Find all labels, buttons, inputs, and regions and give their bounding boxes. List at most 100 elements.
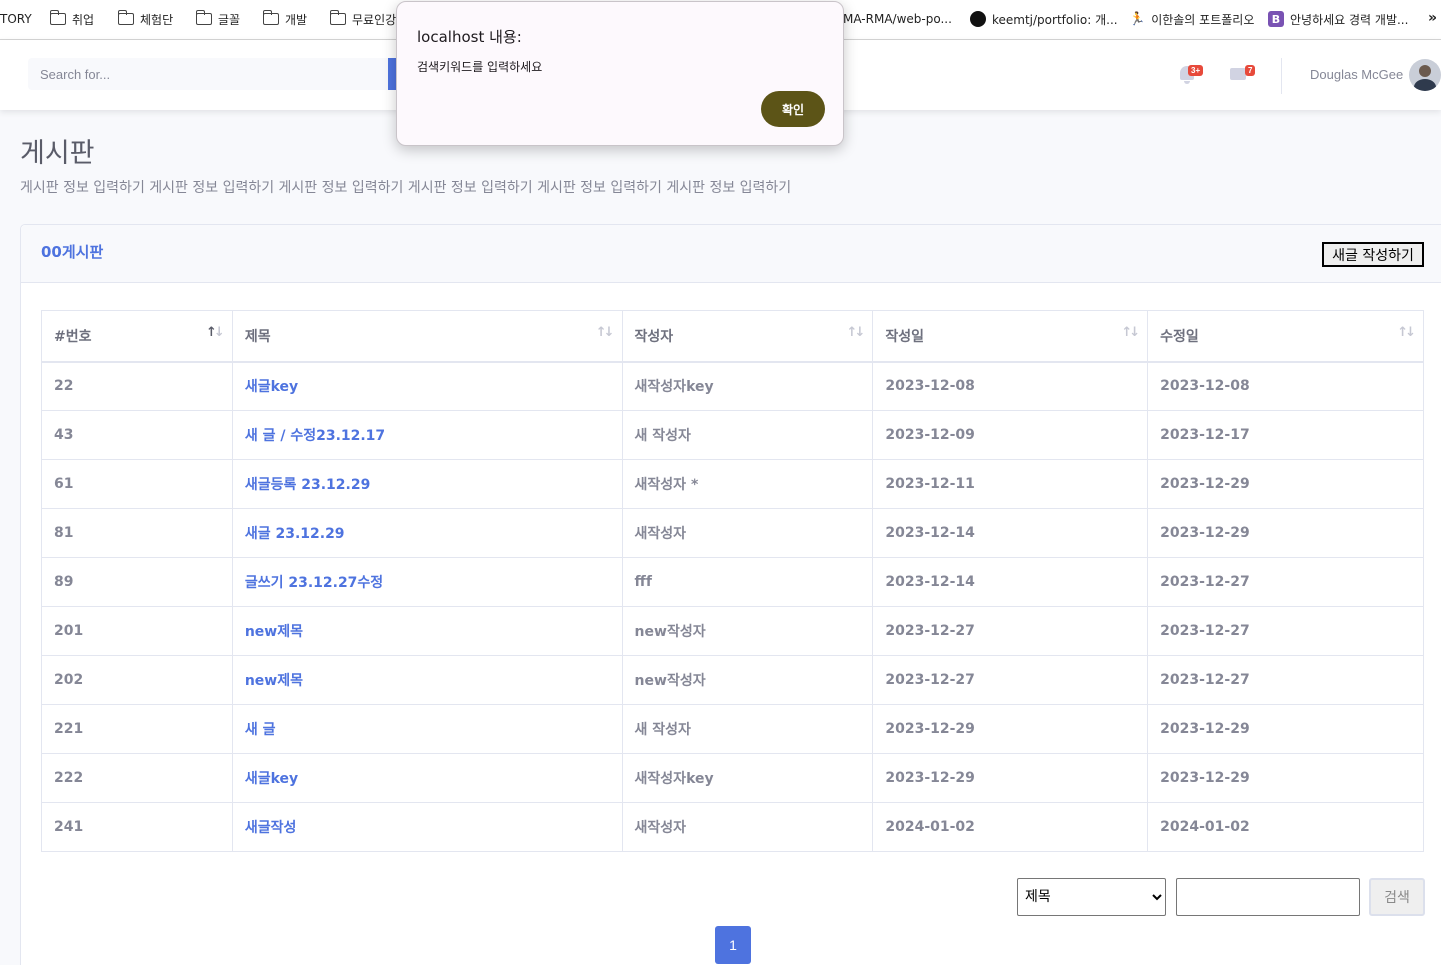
board-table: #번호 ↑↓ 제목 ↑↓ 작성자 ↑↓ 작성일 ↑↓ 수정일 ↑↓ 22 새글key 새작… [41, 310, 1424, 852]
bookmark-label: keemtj/portfolio: 개... [992, 12, 1118, 27]
table-header-row: #번호 ↑↓ 제목 ↑↓ 작성자 ↑↓ 작성일 ↑↓ 수정일 ↑↓ [41, 310, 1424, 363]
folder-icon [262, 10, 279, 25]
bookmark-item[interactable]: MA-RMA/web-po... [843, 11, 952, 27]
sort-icon: ↑↓ [1397, 325, 1416, 340]
messages-envelope-icon[interactable] [1230, 66, 1246, 80]
cell-author: fff [621, 557, 874, 607]
table-row: 221 새 글 새 작성자 2023-12-29 2023-12-29 [41, 704, 1424, 754]
bookmark-item[interactable]: keemtj/portfolio: 개... [970, 11, 1118, 27]
dialog-message: 검색키워드를 입력하세요 [417, 60, 543, 74]
table-row: 201 new제목 new작성자 2023-12-27 2023-12-27 [41, 606, 1424, 656]
cell-modified: 2023-12-29 [1147, 459, 1424, 509]
column-header-author[interactable]: 작성자 ↑↓ [621, 310, 874, 363]
pagination-page-1[interactable]: 1 [715, 926, 751, 964]
cell-author: new작성자 [621, 606, 874, 656]
post-title-link[interactable]: new제목 [231, 606, 623, 656]
cell-created: 2023-12-14 [872, 557, 1149, 607]
folder-icon [49, 10, 66, 25]
cell-modified: 2023-12-29 [1147, 508, 1424, 558]
bookmark-item[interactable]: 🏃 이한솔의 포트폴리오 [1129, 11, 1254, 27]
sort-icon: ↑↓ [846, 325, 866, 340]
messages-badge: 7 [1245, 65, 1256, 76]
folder-icon [195, 10, 212, 25]
github-icon [970, 11, 986, 27]
table-row: 222 새글key 새작성자key 2023-12-29 2023-12-29 [41, 753, 1424, 803]
post-title-link[interactable]: 새글key [231, 753, 623, 803]
post-title-link[interactable]: 새 글 [231, 704, 623, 754]
post-title-link[interactable]: new제목 [231, 655, 623, 705]
post-title-link[interactable]: 새 글 / 수정23.12.17 [231, 410, 623, 460]
table-row: 43 새 글 / 수정23.12.17 새 작성자 2023-12-09 202… [41, 410, 1424, 460]
sort-icon: ↑↓ [595, 325, 615, 340]
bookmark-folder-courses[interactable]: 무료인강 [329, 10, 397, 27]
column-header-title[interactable]: 제목 ↑↓ [231, 310, 623, 363]
bootstrap-icon: B [1268, 11, 1284, 27]
bookmark-item[interactable]: TORY [0, 11, 32, 27]
cell-author: 새 작성자 [621, 410, 874, 460]
column-header-modified[interactable]: 수정일 ↑↓ [1147, 310, 1424, 363]
card-title: 00게시판 [41, 243, 104, 261]
sort-icon: ↑↓ [1121, 325, 1140, 340]
cell-created: 2023-12-27 [872, 606, 1149, 656]
bookmark-label: 무료인강 [352, 12, 397, 27]
cell-number: 202 [41, 655, 233, 705]
column-header-created[interactable]: 작성일 ↑↓ [872, 310, 1149, 363]
post-title-link[interactable]: 새글등록 23.12.29 [231, 459, 623, 509]
bookmark-label: 글꼴 [218, 12, 241, 27]
cell-number: 22 [41, 361, 233, 411]
cell-number: 43 [41, 410, 233, 460]
sort-icon: ↑↓ [206, 325, 225, 340]
alert-dialog: localhost 내용: 검색키워드를 입력하세요 확인 [396, 1, 844, 146]
cell-modified: 2023-12-17 [1147, 410, 1424, 460]
cell-author: 새 작성자 [621, 704, 874, 754]
cell-modified: 2023-12-08 [1147, 361, 1424, 411]
page-description: 게시판 정보 입력하기 게시판 정보 입력하기 게시판 정보 입력하기 게시판 … [20, 180, 792, 196]
column-header-number[interactable]: #번호 ↑↓ [41, 310, 233, 363]
cell-modified: 2023-12-27 [1147, 655, 1424, 705]
cell-created: 2023-12-29 [872, 753, 1149, 803]
table-row: 61 새글등록 23.12.29 새작성자 * 2023-12-11 2023-… [41, 459, 1424, 509]
cell-created: 2023-12-14 [872, 508, 1149, 558]
bookmark-label: 체험단 [140, 12, 174, 27]
cell-modified: 2024-01-02 [1147, 802, 1424, 852]
cell-author: 새작성자 [621, 802, 874, 852]
bookmark-label: 안녕하세요 경력 개발... [1290, 12, 1409, 27]
user-name[interactable]: Douglas McGee [1310, 67, 1403, 82]
write-post-button[interactable]: 새글 작성하기 [1322, 242, 1424, 267]
cell-author: 새작성자 * [621, 459, 874, 509]
topbar-search [28, 58, 428, 90]
search-submit-button[interactable]: 검색 [1369, 878, 1425, 916]
bookmark-folder-experience[interactable]: 체험단 [117, 10, 174, 27]
runner-icon: 🏃 [1129, 11, 1146, 27]
cell-created: 2023-12-29 [872, 704, 1149, 754]
avatar[interactable] [1409, 59, 1441, 91]
cell-number: 81 [41, 508, 233, 558]
bookmark-folder-jobs[interactable]: 취업 [49, 10, 94, 27]
search-field-select[interactable]: 제목 [1017, 878, 1166, 916]
dialog-ok-button[interactable]: 확인 [761, 91, 825, 127]
table-row: 89 글쓰기 23.12.27수정 fff 2023-12-14 2023-12… [41, 557, 1424, 607]
cell-author: 새작성자key [621, 753, 874, 803]
card-header: 00게시판 새글 작성하기 [21, 225, 1441, 283]
cell-author: 새작성자 [621, 508, 874, 558]
cell-number: 201 [41, 606, 233, 656]
bookmarks-more-button[interactable]: » [1428, 10, 1437, 26]
topbar-divider [1281, 58, 1282, 94]
post-title-link[interactable]: 새글 23.12.29 [231, 508, 623, 558]
topbar-search-input[interactable] [28, 58, 388, 90]
bookmark-item[interactable]: B 안녕하세요 경력 개발... [1268, 11, 1408, 27]
cell-created: 2023-12-09 [872, 410, 1149, 460]
bookmark-folder-fonts[interactable]: 글꼴 [195, 10, 241, 27]
bookmark-folder-dev[interactable]: 개발 [262, 10, 307, 27]
board-card: 00게시판 새글 작성하기 #번호 ↑↓ 제목 ↑↓ 작성자 ↑↓ 작성일 ↑↓ 수정일… [20, 224, 1441, 965]
cell-modified: 2023-12-27 [1147, 606, 1424, 656]
table-row: 22 새글key 새작성자key 2023-12-08 2023-12-08 [41, 361, 1424, 411]
post-title-link[interactable]: 글쓰기 23.12.27수정 [231, 557, 623, 607]
search-keyword-input[interactable] [1176, 878, 1360, 916]
post-title-link[interactable]: 새글작성 [231, 802, 623, 852]
alerts-badge: 3+ [1188, 65, 1204, 76]
cell-created: 2023-12-11 [872, 459, 1149, 509]
cell-modified: 2023-12-29 [1147, 704, 1424, 754]
bookmark-label: TORY [0, 12, 32, 26]
post-title-link[interactable]: 새글key [231, 361, 623, 411]
